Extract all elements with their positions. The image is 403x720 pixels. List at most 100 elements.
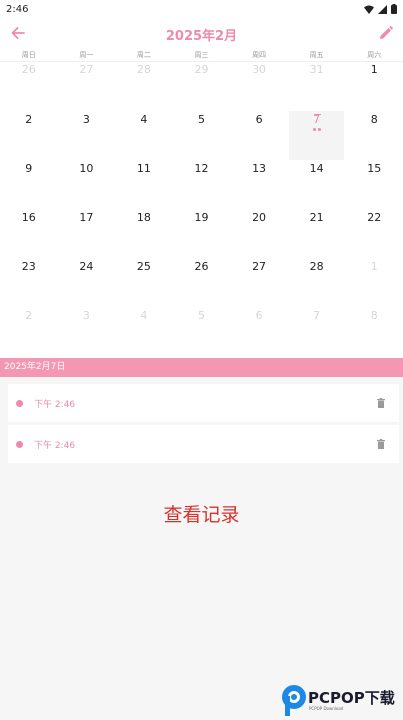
calendar-day[interactable]: 4 xyxy=(115,111,173,160)
record-item[interactable]: 下午 2:46 xyxy=(8,384,399,422)
day-number: 17 xyxy=(79,211,94,224)
calendar-day[interactable]: 21 xyxy=(288,209,346,258)
calendar-day[interactable]: 14 xyxy=(288,160,346,209)
record-dot xyxy=(16,399,23,407)
day-number: 28 xyxy=(136,63,151,76)
status-icons xyxy=(364,4,397,14)
day-number: 27 xyxy=(79,63,94,76)
day-number: 5 xyxy=(197,309,205,322)
day-number: 7 xyxy=(313,309,321,322)
wifi-icon xyxy=(364,5,374,14)
calendar-day[interactable]: 27 xyxy=(230,258,288,307)
status-time: 2:46 xyxy=(6,3,29,15)
watermark-sub: PCPOP Download xyxy=(309,706,344,711)
calendar-day[interactable]: 24 xyxy=(58,258,116,307)
trash-icon xyxy=(377,439,385,449)
day-number: 14 xyxy=(309,162,324,175)
calendar-day[interactable]: 3 xyxy=(58,307,116,356)
calendar-day[interactable]: 30 xyxy=(230,62,288,111)
day-number: 4 xyxy=(140,113,148,126)
day-number: 7 xyxy=(313,113,321,126)
weekday-label: 周四 xyxy=(252,51,267,59)
day-number: 15 xyxy=(367,162,382,175)
calendar-day-selected[interactable]: 7 xyxy=(288,111,345,160)
day-number: 26 xyxy=(21,63,36,76)
edit-button[interactable] xyxy=(376,23,396,43)
calendar-day[interactable]: 13 xyxy=(230,160,288,209)
day-number: 4 xyxy=(140,309,148,322)
day-number: 16 xyxy=(21,211,36,224)
calendar-day[interactable]: 20 xyxy=(230,209,288,258)
calendar-day[interactable]: 9 xyxy=(0,160,58,209)
day-number: 9 xyxy=(25,162,33,175)
selected-date-bar: 2025年2月7日 xyxy=(0,358,403,377)
view-records-button[interactable]: 查看记录 xyxy=(0,500,403,527)
weekday-label: 周三 xyxy=(194,51,209,59)
day-number: 28 xyxy=(309,260,324,273)
delete-button[interactable] xyxy=(375,397,387,409)
day-number: 26 xyxy=(194,260,209,273)
record-time: 下午 2:46 xyxy=(34,440,76,451)
weekday-label: 周二 xyxy=(136,51,151,59)
calendar-day[interactable]: 7 xyxy=(288,307,346,356)
calendar-day[interactable]: 15 xyxy=(345,160,403,209)
day-number: 8 xyxy=(370,113,378,126)
day-number: 25 xyxy=(136,260,151,273)
calendar-day[interactable]: 17 xyxy=(58,209,116,258)
watermark-brand: PCPOP下载 xyxy=(308,689,395,707)
calendar-day[interactable]: 28 xyxy=(115,62,173,111)
calendar-day[interactable]: 29 xyxy=(173,62,231,111)
month-title: 2025年2月 xyxy=(165,29,238,44)
calendar-day[interactable]: 11 xyxy=(115,160,173,209)
calendar-day[interactable]: 8 xyxy=(345,307,403,356)
day-number: 24 xyxy=(79,260,94,273)
delete-button[interactable] xyxy=(375,438,387,450)
weekday-label: 周一 xyxy=(79,51,94,59)
signal-icon xyxy=(378,4,387,14)
selected-indicator xyxy=(313,114,321,115)
calendar-day[interactable]: 1 xyxy=(345,258,403,307)
calendar-day[interactable]: 25 xyxy=(115,258,173,307)
record-dots xyxy=(289,128,345,131)
calendar-day[interactable]: 22 xyxy=(345,209,403,258)
calendar-day[interactable]: 26 xyxy=(0,62,58,111)
calendar-day[interactable]: 12 xyxy=(173,160,231,209)
calendar-day[interactable]: 26 xyxy=(173,258,231,307)
day-number: 3 xyxy=(82,113,90,126)
record-item[interactable]: 下午 2:46 xyxy=(8,425,399,463)
weekday-header: 周日 周一 周二 周三 周四 周五 周六 xyxy=(0,48,403,62)
day-number: 19 xyxy=(194,211,209,224)
calendar-day[interactable]: 6 xyxy=(230,111,288,160)
calendar-day[interactable]: 3 xyxy=(58,111,116,160)
calendar-day[interactable]: 4 xyxy=(115,307,173,356)
day-number: 31 xyxy=(309,63,324,76)
calendar-day[interactable]: 16 xyxy=(0,209,58,258)
day-number: 5 xyxy=(197,113,205,126)
calendar-day[interactable]: 19 xyxy=(173,209,231,258)
day-number: 11 xyxy=(136,162,151,175)
calendar-day[interactable]: 5 xyxy=(173,307,231,356)
calendar-day[interactable]: 2 xyxy=(0,111,58,160)
record-dot xyxy=(317,128,321,131)
calendar-day[interactable]: 23 xyxy=(0,258,58,307)
day-number: 30 xyxy=(252,63,267,76)
calendar-day[interactable]: 8 xyxy=(345,111,403,160)
weekday-label: 周六 xyxy=(367,51,382,59)
calendar-day[interactable]: 5 xyxy=(173,111,231,160)
battery-icon xyxy=(391,4,397,14)
day-number: 21 xyxy=(309,211,324,224)
record-dot xyxy=(312,128,316,131)
day-number: 2 xyxy=(25,113,33,126)
calendar-day[interactable]: 2 xyxy=(0,307,58,356)
day-number: 1 xyxy=(370,260,378,273)
calendar-day[interactable]: 18 xyxy=(115,209,173,258)
calendar-day[interactable]: 10 xyxy=(58,160,116,209)
calendar-day[interactable]: 31 xyxy=(288,62,346,111)
calendar-day[interactable]: 27 xyxy=(58,62,116,111)
weekday-label: 周五 xyxy=(309,51,324,59)
calendar-day[interactable]: 28 xyxy=(288,258,346,307)
app-bar: 2025年2月 xyxy=(0,18,403,48)
record-dot xyxy=(16,440,23,448)
calendar-day[interactable]: 1 xyxy=(345,62,403,111)
calendar-day[interactable]: 6 xyxy=(230,307,288,356)
